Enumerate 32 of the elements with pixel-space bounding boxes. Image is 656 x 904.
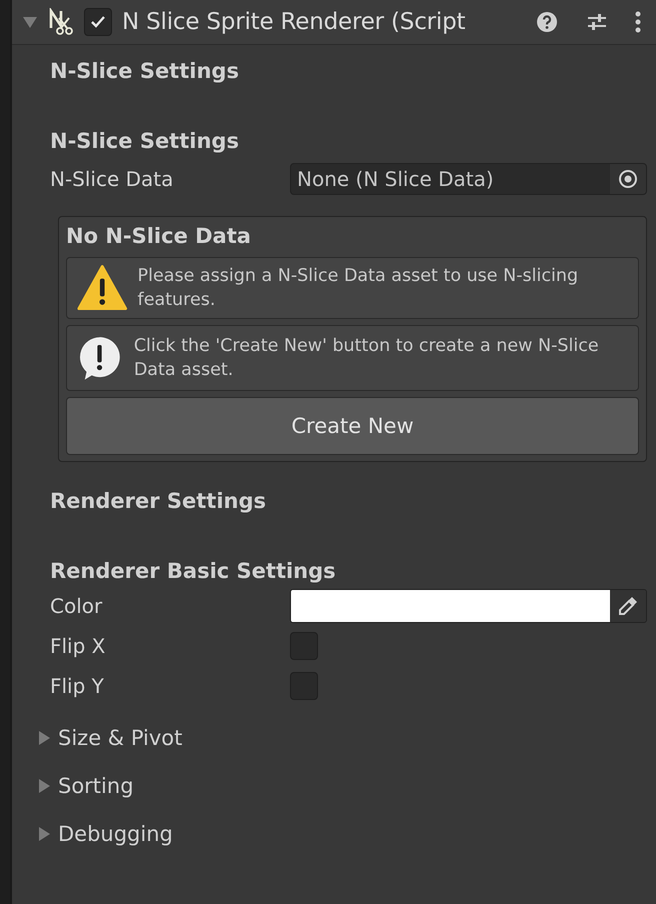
checkbox[interactable] bbox=[290, 672, 318, 700]
section-header: Renderer Settings bbox=[49, 488, 268, 515]
eyedropper-icon[interactable] bbox=[617, 595, 639, 617]
warning-icon bbox=[77, 263, 128, 313]
foldout-header[interactable]: Debugging bbox=[22, 818, 647, 850]
settings-sliders-icon[interactable] bbox=[586, 11, 608, 33]
script-icon bbox=[48, 8, 74, 36]
section-header: N-Slice Settings bbox=[49, 58, 240, 85]
checkbox[interactable] bbox=[290, 632, 318, 660]
object-picker-icon[interactable] bbox=[618, 169, 638, 189]
disclosure-triangle-icon[interactable] bbox=[36, 778, 52, 794]
more-options-icon[interactable] bbox=[634, 10, 642, 34]
field-label: N-Slice Data bbox=[49, 167, 174, 191]
field-label: Color bbox=[49, 594, 104, 618]
help-text: Click the 'Create New' button to create a new N-Slice Data asset. bbox=[134, 335, 600, 382]
help-icon[interactable] bbox=[536, 11, 558, 33]
section-header: N-Slice Settings bbox=[49, 128, 240, 155]
group-title: No N-Slice Data bbox=[66, 223, 252, 250]
field-label: Flip X bbox=[49, 634, 106, 658]
section-header: Renderer Basic Settings bbox=[49, 558, 337, 585]
disclosure-triangle-icon[interactable] bbox=[36, 730, 52, 746]
object-field[interactable]: None (N Slice Data) bbox=[290, 163, 647, 195]
foldout-triangle-icon[interactable] bbox=[22, 14, 38, 30]
color-field[interactable] bbox=[290, 589, 647, 623]
disclosure-triangle-icon[interactable] bbox=[36, 826, 52, 842]
component-title: N Slice Sprite Renderer (Script bbox=[122, 9, 466, 35]
foldout-header[interactable]: Size & Pivot bbox=[22, 722, 647, 754]
enabled-checkbox[interactable] bbox=[84, 8, 112, 36]
foldout-header[interactable]: Sorting bbox=[22, 770, 647, 802]
field-label: Flip Y bbox=[49, 674, 105, 698]
create-new-button[interactable]: Create New bbox=[66, 397, 639, 455]
help-text: Please assign a N-Slice Data asset to use N-slicing features. bbox=[138, 265, 580, 312]
